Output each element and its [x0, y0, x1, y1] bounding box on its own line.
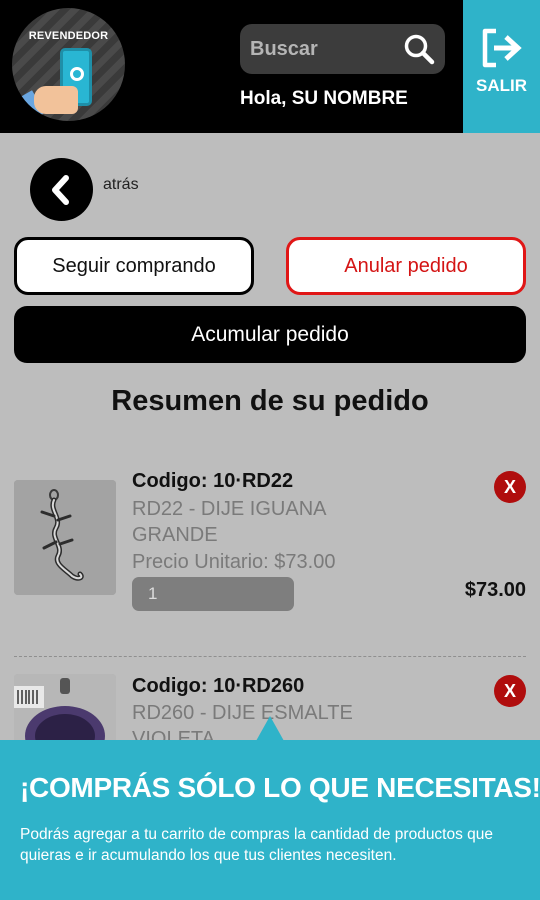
accumulate-order-button[interactable]: Acumular pedido — [14, 306, 526, 363]
cancel-order-button[interactable]: Anular pedido — [286, 237, 526, 295]
iguana-pendant-image — [14, 480, 116, 595]
remove-item-button[interactable]: X — [494, 675, 526, 707]
item-code: Codigo: 10·RD260 — [132, 675, 305, 697]
item-code: Codigo: 10·RD22 — [132, 470, 294, 492]
continue-shopping-button[interactable]: Seguir comprando — [14, 237, 254, 295]
quantity-input[interactable] — [132, 577, 294, 611]
item-divider — [14, 656, 526, 657]
banner-title: ¡COMPRÁS SÓLO LO QUE NECESITAS! — [20, 772, 540, 803]
product-image — [14, 480, 116, 595]
remove-item-button[interactable]: X — [494, 471, 526, 503]
item-description: RD22 - DIJE IGUANA GRANDE — [132, 498, 326, 546]
item-unit-price: Precio Unitario: $73.00 — [132, 551, 336, 573]
info-banner — [0, 740, 540, 900]
banner-text: Podrás agregar a tu carrito de compras l… — [20, 826, 494, 864]
summary-title: Resumen de su pedido — [111, 385, 429, 417]
item-total: $73.00 — [464, 579, 526, 601]
banner-pointer — [256, 716, 284, 741]
order-item: Codigo: 10·RD260 RD260 - DIJE ESMALTE VI… — [0, 0, 540, 789]
